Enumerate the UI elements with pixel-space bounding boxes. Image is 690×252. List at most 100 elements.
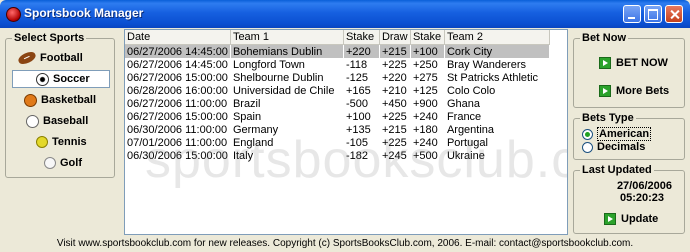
column-header-stake-2[interactable]: Stake bbox=[410, 30, 445, 45]
select-sports-group: Select Sports Football Soccer Basketball… bbox=[5, 32, 115, 178]
draw-cell: +215 bbox=[379, 44, 411, 58]
tennis-ball-icon bbox=[36, 136, 48, 148]
team-1-cell: Germany bbox=[232, 123, 279, 136]
date-cell: 06/27/2006 14:45:00 bbox=[127, 58, 228, 71]
radio-decimals[interactable]: Decimals bbox=[582, 141, 645, 153]
app-logo-icon bbox=[6, 7, 21, 22]
close-button[interactable] bbox=[665, 5, 683, 23]
team-2-cell: Colo Colo bbox=[446, 84, 496, 97]
stake-2-cell: +900 bbox=[412, 97, 438, 110]
update-label: Update bbox=[621, 213, 659, 225]
update-button[interactable]: Update bbox=[604, 213, 658, 225]
team-2-cell: Ukraine bbox=[446, 149, 485, 162]
draw-cell: +450 bbox=[381, 97, 407, 110]
table-row[interactable]: 07/01/2006 11:00:00 England -105 +225 +240 Po… bbox=[125, 136, 549, 149]
arrow-right-icon bbox=[599, 85, 611, 97]
table-row[interactable]: 06/28/2006 16:00:00 Universidad de Chile +… bbox=[125, 84, 549, 97]
table-row[interactable]: 06/27/2006 14:45:00 Bohemians Dublin +220 +… bbox=[125, 44, 550, 58]
table-row[interactable]: 06/27/2006 14:45:00 Longford Town -118 +225… bbox=[125, 58, 549, 71]
draw-cell: +225 bbox=[381, 136, 407, 149]
table-row[interactable]: 06/27/2006 15:00:00 Shelbourne Dublin -125… bbox=[125, 71, 549, 84]
draw-cell: +220 bbox=[381, 71, 407, 84]
team-2-cell: Cork City bbox=[444, 44, 550, 58]
maximize-button[interactable] bbox=[644, 5, 662, 23]
radio-decimals-label: Decimals bbox=[597, 141, 646, 153]
football-icon bbox=[16, 49, 38, 67]
draw-cell: +210 bbox=[381, 84, 407, 97]
stake-1-cell: +135 bbox=[345, 123, 371, 136]
team-1-cell: Brazil bbox=[232, 97, 261, 110]
sport-item-basketball[interactable]: Basketball bbox=[12, 91, 110, 109]
radio-button[interactable] bbox=[582, 128, 593, 140]
last-updated-group: Last Updated 27/06/2006 05:20:23 Update bbox=[573, 164, 685, 234]
more-bets-label: More Bets bbox=[616, 85, 670, 97]
date-cell: 06/28/2006 16:00:00 bbox=[127, 84, 228, 97]
team-2-cell: Portugal bbox=[446, 136, 488, 149]
team-1-cell: Universidad de Chile bbox=[232, 84, 335, 97]
sport-item-golf[interactable]: Golf bbox=[12, 154, 110, 172]
sport-item-baseball[interactable]: Baseball bbox=[12, 112, 110, 130]
arrow-right-icon bbox=[599, 57, 611, 69]
team-1-cell: Bohemians Dublin bbox=[230, 44, 344, 58]
sport-item-soccer[interactable]: Soccer bbox=[12, 70, 110, 88]
soccer-ball-icon bbox=[36, 72, 49, 86]
basketball-icon bbox=[24, 93, 37, 107]
sport-label: Football bbox=[40, 52, 83, 64]
bet-now-legend: Bet Now bbox=[580, 32, 628, 44]
sport-label: Basketball bbox=[41, 94, 97, 106]
stake-1-cell: -500 bbox=[345, 97, 368, 110]
stake-2-cell: +275 bbox=[412, 71, 438, 84]
team-1-cell: Shelbourne Dublin bbox=[232, 71, 324, 84]
minimize-button[interactable] bbox=[623, 5, 641, 23]
table-row[interactable]: 06/30/2006 11:00:00 Germany +135 +215 +180 Ar… bbox=[125, 123, 549, 136]
radio-american-label: American bbox=[597, 127, 652, 141]
column-header-date[interactable]: Date bbox=[125, 30, 231, 45]
stake-2-cell: +500 bbox=[412, 149, 438, 162]
date-cell: 06/27/2006 11:00:00 bbox=[127, 97, 228, 110]
golf-ball-icon bbox=[44, 157, 56, 169]
stake-1-cell: -125 bbox=[345, 71, 368, 84]
table-row[interactable]: 06/27/2006 15:00:00 Spain +100 +225 +240 Fran… bbox=[125, 110, 549, 123]
stake-1-cell: -182 bbox=[345, 149, 368, 162]
stake-2-cell: +180 bbox=[412, 123, 438, 136]
more-bets-button[interactable]: More Bets bbox=[599, 85, 669, 97]
bet-now-group: Bet Now BET NOW More Bets bbox=[573, 32, 685, 108]
date-cell: 06/27/2006 15:00:00 bbox=[127, 71, 228, 84]
odds-table[interactable]: Date Team 1 Stake Draw Stake Team 2 06/2… bbox=[124, 29, 568, 235]
date-cell: 06/27/2006 14:45:00 bbox=[125, 44, 231, 58]
arrow-right-icon bbox=[604, 213, 616, 225]
window-title: Sportsbook Manager bbox=[24, 6, 144, 20]
stake-1-cell: -118 bbox=[345, 58, 368, 71]
date-cell: 07/01/2006 11:00:00 bbox=[127, 136, 228, 149]
date-cell: 06/30/2006 15:00:00 bbox=[127, 149, 228, 162]
draw-cell: +225 bbox=[381, 58, 407, 71]
radio-button[interactable] bbox=[582, 141, 593, 153]
column-header-stake-1[interactable]: Stake bbox=[343, 30, 380, 45]
team-2-cell: St Patricks Athletic bbox=[446, 71, 539, 84]
sport-label: Tennis bbox=[52, 136, 87, 148]
team-2-cell: Ghana bbox=[446, 97, 480, 110]
team-1-cell: Spain bbox=[232, 110, 262, 123]
radio-american[interactable]: American bbox=[582, 127, 652, 141]
draw-cell: +225 bbox=[381, 110, 407, 123]
bet-now-button[interactable]: BET NOW bbox=[599, 57, 668, 69]
odds-grid: Date Team 1 Stake Draw Stake Team 2 06/2… bbox=[125, 30, 550, 162]
stake-2-cell: +240 bbox=[412, 110, 438, 123]
column-header-team-2[interactable]: Team 2 bbox=[444, 30, 550, 45]
footer-text: Visit www.sportsbookclub.com for new rel… bbox=[56, 238, 634, 249]
sport-item-tennis[interactable]: Tennis bbox=[12, 133, 110, 151]
title-bar[interactable]: Sportsbook Manager bbox=[0, 0, 690, 28]
last-updated-legend: Last Updated bbox=[580, 164, 654, 176]
draw-cell: +215 bbox=[381, 123, 407, 136]
bets-type-group: Bets Type American Decimals bbox=[573, 112, 685, 160]
stake-1-cell: -105 bbox=[345, 136, 368, 149]
table-row[interactable]: 06/27/2006 11:00:00 Brazil -500 +450 +900 Gha… bbox=[125, 97, 549, 110]
column-header-team-1[interactable]: Team 1 bbox=[230, 30, 344, 45]
bets-type-legend: Bets Type bbox=[580, 112, 636, 124]
sport-item-football[interactable]: Football bbox=[12, 49, 110, 67]
team-2-cell: Bray Wanderers bbox=[446, 58, 526, 71]
team-1-cell: Italy bbox=[232, 149, 254, 162]
table-row[interactable]: 06/30/2006 15:00:00 Italy -182 +245 +500 Ukra… bbox=[125, 149, 549, 162]
column-header-draw[interactable]: Draw bbox=[379, 30, 411, 45]
date-cell: 06/30/2006 11:00:00 bbox=[127, 123, 228, 136]
